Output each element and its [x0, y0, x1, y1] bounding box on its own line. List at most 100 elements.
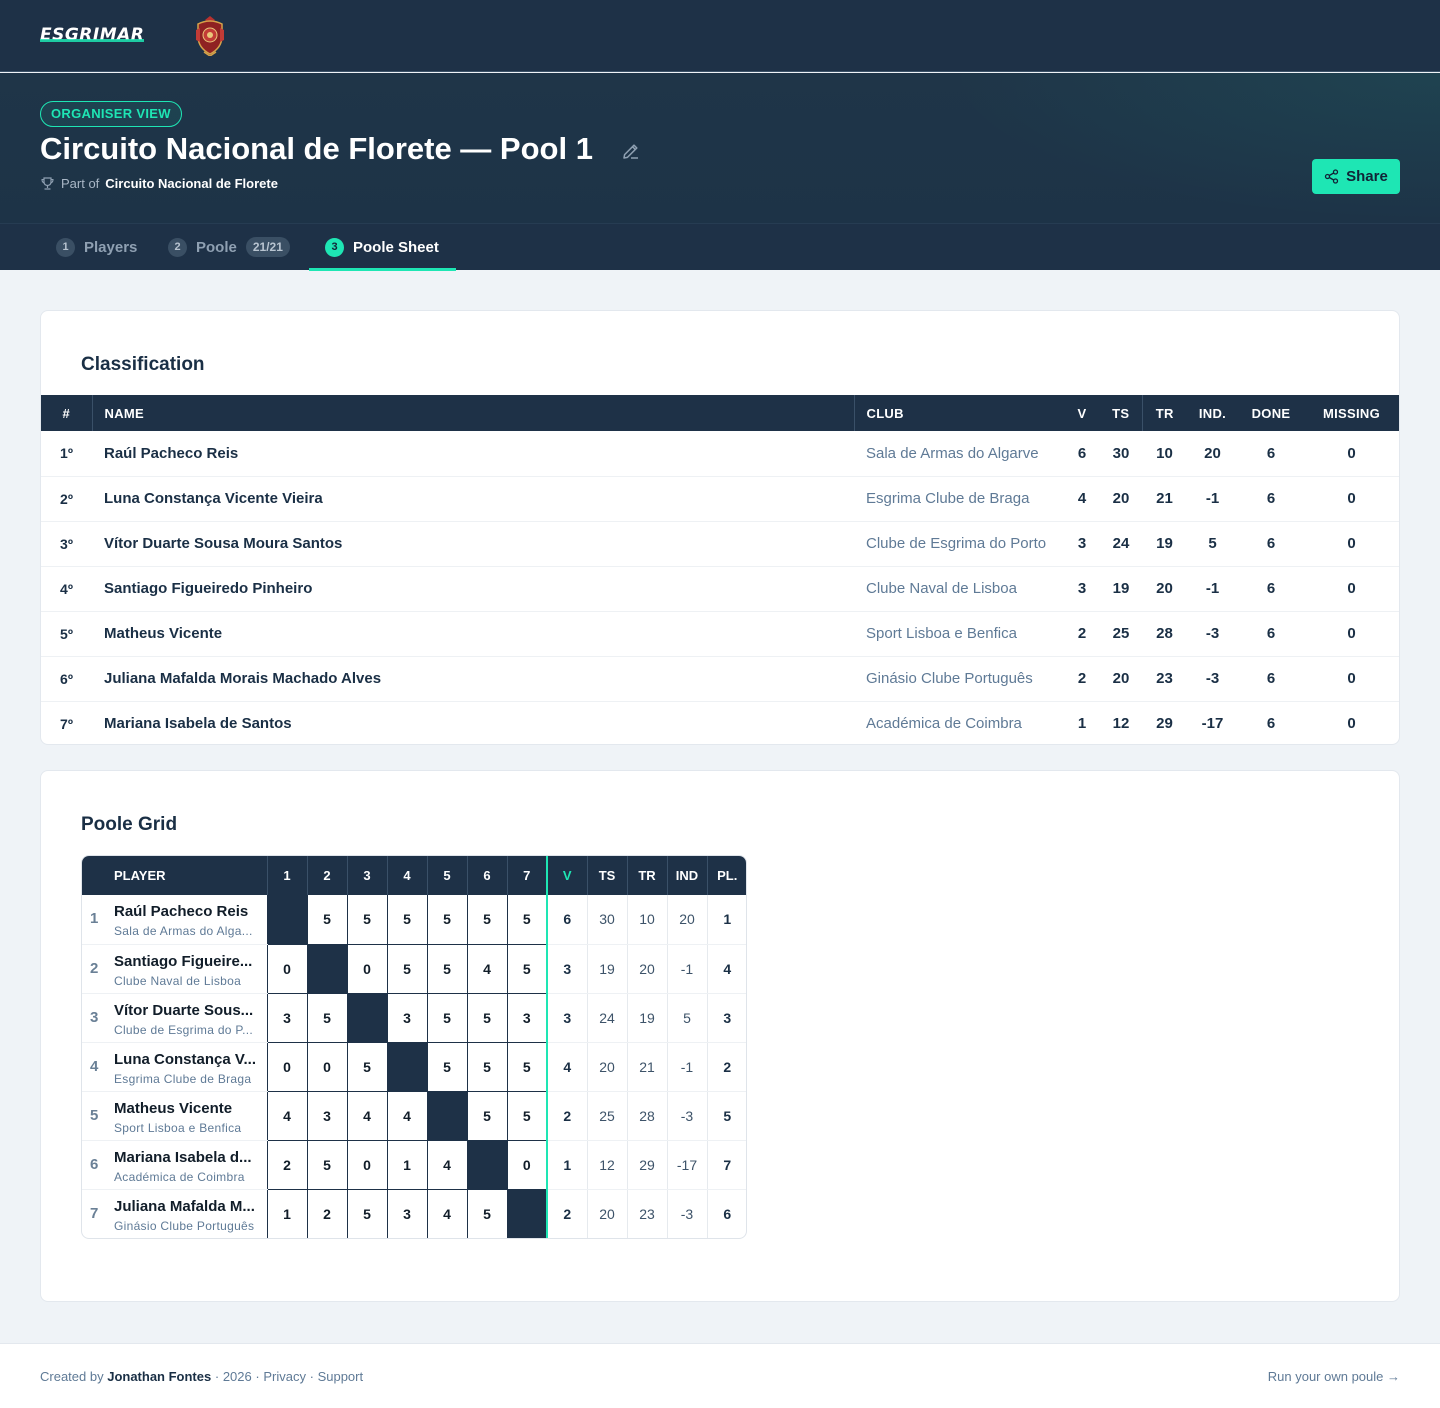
bout-score-cell[interactable]: 4 — [466, 944, 507, 994]
opponent-column-header: 6 — [466, 856, 507, 895]
bout-score-cell[interactable]: 5 — [426, 1042, 467, 1092]
bout-score-cell[interactable]: 0 — [306, 1042, 347, 1092]
bout-score-cell[interactable]: 5 — [506, 944, 547, 994]
classification-table: # NAME CLUB V TS TR IND. DONE MISSING 1º… — [41, 395, 1399, 744]
bout-score-cell[interactable]: 0 — [506, 1140, 547, 1190]
bout-score-cell[interactable]: 4 — [346, 1091, 387, 1141]
separator: · — [214, 1369, 220, 1384]
bout-score-cell[interactable]: 1 — [266, 1189, 307, 1238]
bout-score-cell[interactable]: 5 — [346, 895, 387, 945]
table-row[interactable]: 4º Santiago Figueiredo Pinheiro Clube Nava… — [41, 566, 1399, 612]
bout-score-cell[interactable]: 3 — [506, 993, 547, 1043]
player-cell: 2 Santiago Figueire... Clube Naval de Lisb… — [82, 944, 268, 994]
cell-club: Académica de Coimbra — [866, 715, 1022, 733]
tab-poole-sheet[interactable]: 3 Poole Sheet — [325, 224, 439, 270]
bout-score-cell[interactable]: 5 — [466, 1091, 507, 1141]
stat-pl-cell: 2 — [706, 1042, 746, 1092]
brand-logo[interactable]: ESGRIMAR — [40, 25, 145, 45]
bout-score-cell[interactable]: 5 — [346, 1189, 387, 1238]
bout-score-cell[interactable]: 4 — [426, 1140, 467, 1190]
share-button[interactable]: Share — [1312, 159, 1400, 194]
bout-score-cell[interactable]: 0 — [266, 1042, 307, 1092]
bout-score-cell[interactable]: 5 — [506, 895, 547, 945]
stat-tr-cell: 28 — [626, 1091, 667, 1141]
cell-rank: 6º — [41, 656, 92, 702]
cell-missing: 0 — [1304, 431, 1399, 477]
bout-score-cell[interactable]: 4 — [386, 1091, 427, 1141]
bout-score-cell[interactable]: 2 — [306, 1189, 347, 1238]
copyright-year: 2026 — [222, 1369, 252, 1384]
tab-label: Players — [84, 238, 138, 256]
table-row[interactable]: 7º Mariana Isabela de Santos Académica de … — [41, 701, 1399, 744]
parent-tournament-link[interactable]: Circuito Nacional de Florete — [105, 176, 278, 191]
page-header: ORGANISER VIEW Circuito Nacional de Flor… — [0, 73, 1440, 223]
part-of-label: Part of — [61, 176, 100, 191]
bout-score-cell[interactable]: 5 — [386, 895, 427, 945]
bout-score-cell[interactable]: 5 — [466, 895, 507, 945]
bout-score-cell[interactable]: 4 — [266, 1091, 307, 1141]
cell-v: 6 — [1064, 431, 1100, 477]
edit-title-icon[interactable] — [621, 141, 641, 161]
bout-score-cell[interactable]: 5 — [506, 1091, 547, 1141]
cell-done: 6 — [1238, 431, 1304, 477]
bout-score-cell[interactable]: 5 — [306, 993, 347, 1043]
grid-row: 1 Raúl Pacheco Reis Sala de Armas do Alga.… — [82, 895, 746, 945]
stat-ts-cell: 30 — [586, 895, 627, 945]
tab-poole[interactable]: 2 Poole 21/21 — [168, 224, 290, 270]
table-row[interactable]: 5º Matheus Vicente Sport Lisboa e Benfica 2… — [41, 611, 1399, 657]
bout-score-cell[interactable]: 2 — [266, 1140, 307, 1190]
bout-score-cell[interactable]: 3 — [306, 1091, 347, 1141]
player-club: Sport Lisboa e Benfica — [114, 1120, 242, 1135]
player-name: Luna Constança V... — [114, 1050, 256, 1068]
table-row[interactable]: 2º Luna Constança Vicente Vieira Esgrima C… — [41, 476, 1399, 522]
self-bout-cell — [426, 1091, 467, 1141]
player-number: 1 — [90, 910, 99, 927]
support-link[interactable]: Support — [318, 1369, 364, 1384]
opponent-column-header: 5 — [426, 856, 467, 895]
bout-score-cell[interactable]: 5 — [386, 944, 427, 994]
bout-score-cell[interactable]: 5 — [426, 944, 467, 994]
stat-pl-cell: 7 — [706, 1140, 746, 1190]
tab-players[interactable]: 1 Players — [56, 224, 137, 270]
player-number: 5 — [90, 1106, 99, 1124]
privacy-link[interactable]: Privacy — [263, 1369, 306, 1384]
player-cell: 1 Raúl Pacheco Reis Sala de Armas do Alga.… — [82, 895, 268, 945]
bout-score-cell[interactable]: 5 — [426, 895, 467, 945]
cell-rank: 3º — [41, 521, 92, 567]
bout-score-cell[interactable]: 5 — [466, 1189, 507, 1238]
run-own-poule-link[interactable]: Run your own poule → — [1268, 1369, 1400, 1384]
cell-ind: -3 — [1187, 611, 1238, 657]
cell-name: Vítor Duarte Sousa Moura Santos — [92, 521, 854, 567]
bout-score-cell[interactable]: 3 — [386, 1189, 427, 1238]
player-cell: 6 Mariana Isabela d... Académica de Coimbr… — [82, 1140, 268, 1190]
bout-score-cell[interactable]: 5 — [466, 993, 507, 1043]
table-row[interactable]: 3º Vítor Duarte Sousa Moura Santos Clube d… — [41, 521, 1399, 567]
cell-missing: 0 — [1304, 656, 1399, 702]
share-button-label: Share — [1346, 168, 1388, 185]
stat-pl-cell: 5 — [706, 1091, 746, 1141]
stat-ts-cell: 19 — [586, 944, 627, 994]
bout-score-cell[interactable]: 5 — [466, 1042, 507, 1092]
bout-score-cell[interactable]: 5 — [306, 895, 347, 945]
bout-score-cell[interactable]: 0 — [346, 1140, 387, 1190]
bout-score-cell[interactable]: 4 — [426, 1189, 467, 1238]
bout-score-cell[interactable]: 0 — [346, 944, 387, 994]
cell-v: 2 — [1064, 656, 1100, 702]
bout-score-cell[interactable]: 0 — [266, 944, 307, 994]
self-bout-cell — [466, 1140, 507, 1190]
tab-step-number: 3 — [325, 237, 344, 257]
cell-ind: 20 — [1187, 431, 1238, 477]
table-header-row: # NAME CLUB V TS TR IND. DONE MISSING — [41, 395, 1399, 431]
table-row[interactable]: 6º Juliana Mafalda Morais Machado Alves Gi… — [41, 656, 1399, 702]
share-icon — [1324, 169, 1339, 184]
bout-score-cell[interactable]: 3 — [386, 993, 427, 1043]
bout-score-cell[interactable]: 3 — [266, 993, 307, 1043]
bout-score-cell[interactable]: 5 — [506, 1042, 547, 1092]
bout-score-cell[interactable]: 5 — [306, 1140, 347, 1190]
cell-club: Ginásio Clube Português — [854, 656, 1064, 702]
bout-score-cell[interactable]: 1 — [386, 1140, 427, 1190]
bout-score-cell[interactable]: 5 — [426, 993, 467, 1043]
bout-score-cell[interactable]: 5 — [346, 1042, 387, 1092]
table-row[interactable]: 1º Raúl Pacheco Reis Sala de Armas do Alga… — [41, 431, 1399, 477]
author-link[interactable]: Jonathan Fontes — [107, 1369, 211, 1384]
